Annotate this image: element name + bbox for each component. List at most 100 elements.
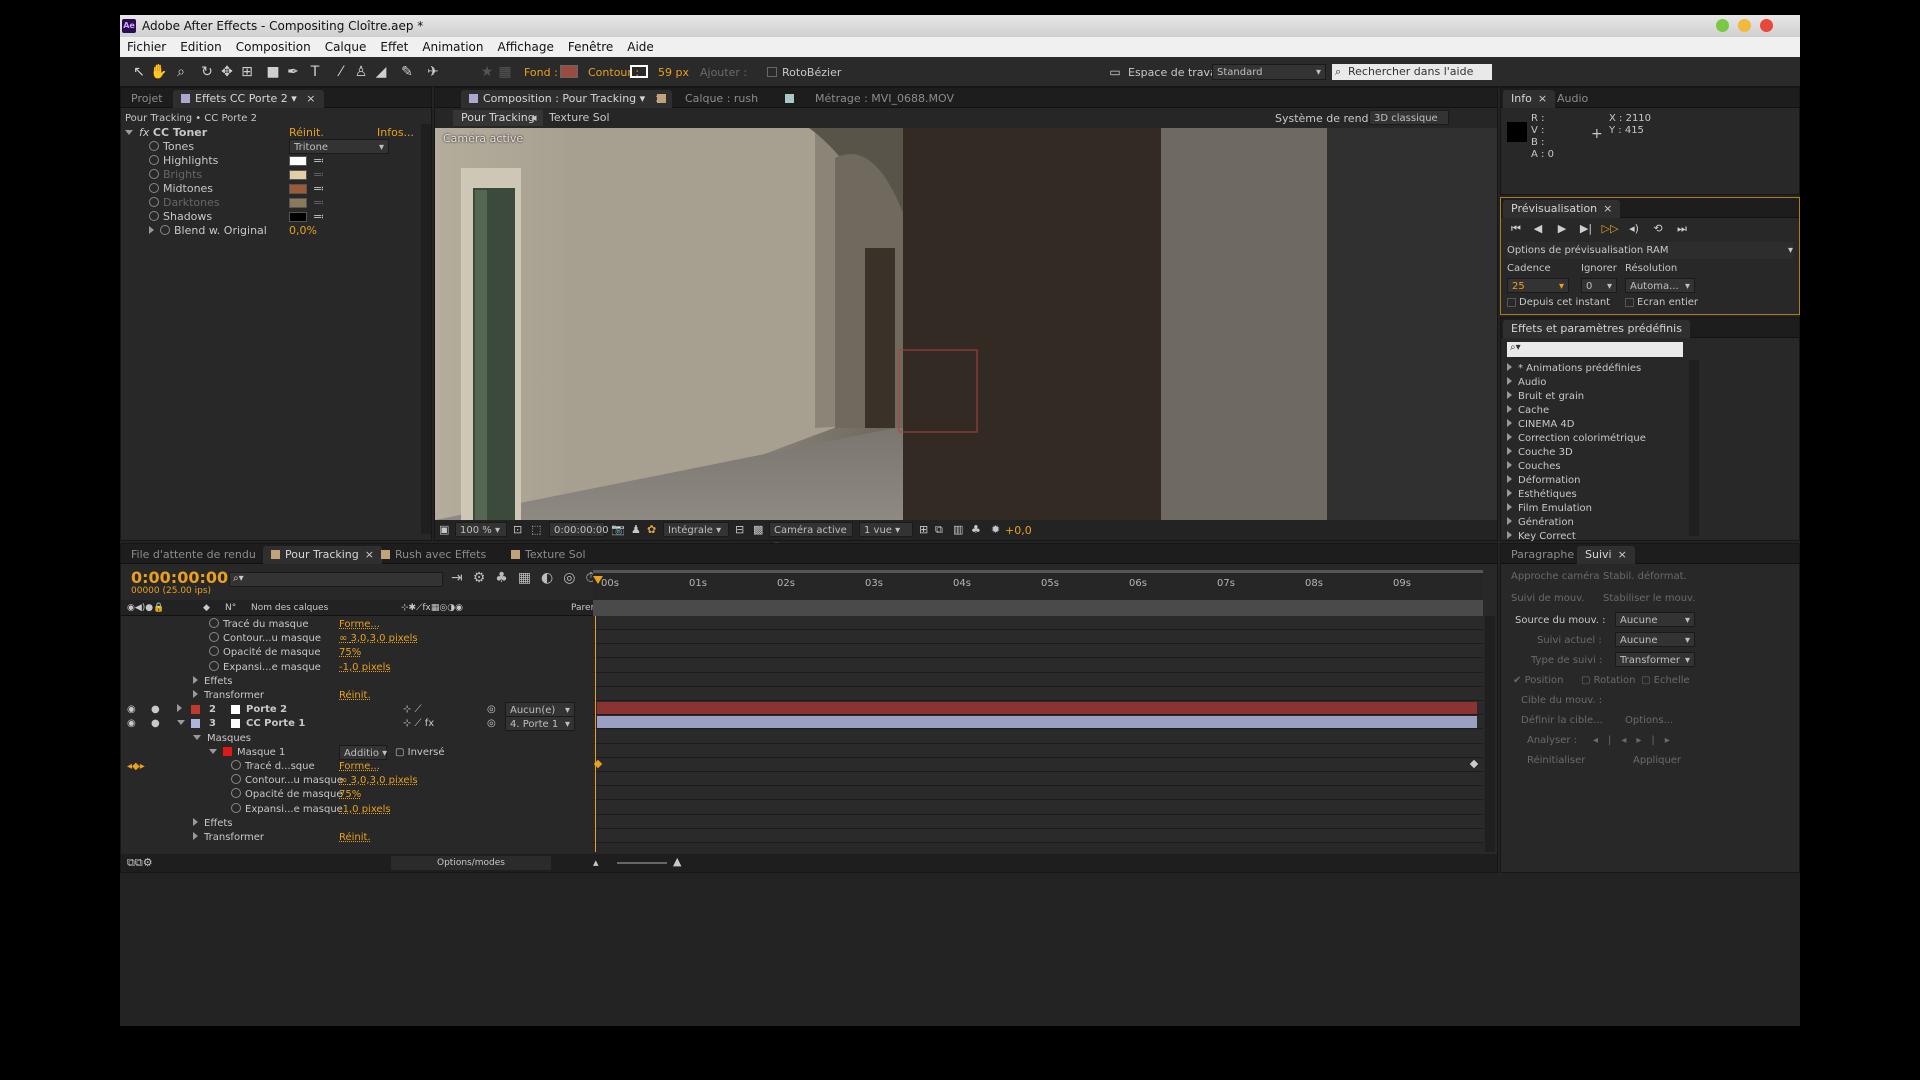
track-type-dropdown[interactable]: Transformer ▾ [1615,652,1695,667]
rectangle-tool-icon[interactable]: ■ [264,63,282,81]
flowchart-icon[interactable]: ♣ [971,523,981,536]
tab-audio[interactable]: Audio [1549,90,1596,108]
transparency-grid-icon[interactable]: ▩ [753,523,763,536]
exposure-icon[interactable]: ✹ [991,523,1000,536]
property-row[interactable]: Transformer Réinit. [121,829,591,846]
selection-tool-icon[interactable]: ↖ [130,63,148,81]
effect-scrollbar[interactable] [421,124,431,534]
track-row[interactable] [593,814,1483,829]
layer-duration-bar[interactable] [597,702,1477,715]
stopwatch-icon[interactable] [149,197,159,207]
property-value[interactable]: Réinit. [339,829,371,846]
track-row[interactable] [593,715,1483,730]
from-current-checkbox[interactable] [1507,298,1516,307]
stopwatch-icon[interactable] [231,760,241,770]
stopwatch-icon[interactable] [231,802,241,813]
menu-item-7[interactable]: Fenêtre [561,37,620,57]
keyframe-icon[interactable] [1469,759,1479,769]
track-row[interactable] [593,616,1483,630]
zoom-dropdown[interactable]: 100 % ▾ [455,522,507,537]
stopwatch-icon[interactable] [209,632,219,643]
hand-tool-icon[interactable]: ✋ [150,63,168,81]
track-row[interactable] [593,786,1483,801]
maximize-button[interactable] [1738,19,1751,32]
menu-item-2[interactable]: Composition [229,37,318,57]
menu-item-1[interactable]: Edition [173,37,229,57]
tab-rush-avec-effets[interactable]: Rush avec Effets [373,546,494,564]
tab-preview[interactable]: Prévisualisation × [1503,200,1621,218]
fast-previews-icon[interactable]: ⧉ [935,523,943,537]
tab-effects[interactable]: Effets CC Porte 2 ▾ × [173,90,324,108]
motion-source-dropdown[interactable]: Aucune ▾ [1615,612,1695,627]
tab-paragraph[interactable]: Paragraphe [1503,546,1582,564]
color-swatch[interactable] [289,170,307,180]
timeline-footer-icons[interactable]: ⧉⧉⚙ [127,856,153,870]
scale-checkbox[interactable]: ▢ Echelle [1641,672,1690,689]
minimize-button[interactable] [1716,19,1729,32]
expand-icon[interactable] [193,690,198,698]
stabilize-motion-button[interactable]: Stabiliser le mouv. [1603,590,1695,607]
track-camera-button[interactable]: Approche caméra [1511,568,1599,585]
color-swatch[interactable] [289,198,307,208]
color-swatch[interactable] [289,212,307,222]
stopwatch-icon[interactable] [149,141,159,151]
edit-target-button[interactable]: Définir la cible... [1521,712,1603,729]
zoom-out-icon[interactable]: ▴ [593,856,599,869]
stopwatch-icon[interactable] [149,211,159,221]
stopwatch-icon[interactable] [160,225,170,235]
stroke-width-value[interactable]: 59 px [658,66,689,79]
fullscreen-checkbox[interactable] [1625,298,1634,307]
track-motion-button[interactable]: Suivi de mouv. [1511,590,1585,607]
mask-visibility-icon[interactable]: ⬚ [531,523,541,536]
time-ruler[interactable]: 00s 01s 02s 03s 04s 05s 06s 07s 08s 09s [593,570,1483,600]
last-frame-icon[interactable]: ⏭ [1673,220,1691,238]
timeline-timecode[interactable]: 0:00:00:00 [131,568,228,587]
menu-item-0[interactable]: Fichier [120,37,173,57]
timeline-icon[interactable]: ▥ [953,523,963,536]
pen-tool-icon[interactable]: ✒ [284,63,302,81]
track-row[interactable] [593,672,1483,687]
subtab-texture-sol[interactable]: Texture Sol [549,110,610,126]
layer-duration-bar[interactable] [597,716,1477,729]
blend-value[interactable]: 0,0% [289,222,317,239]
expand-icon[interactable] [193,817,198,826]
expand-icon[interactable] [177,720,185,726]
safe-zones-icon[interactable]: ⊡ [513,523,522,536]
tab-effects-presets[interactable]: Effets et paramètres prédéfinis [1503,320,1690,338]
collapse-icon[interactable] [125,130,133,135]
stopwatch-icon[interactable] [209,660,219,671]
close-button[interactable] [1760,19,1773,32]
puppet-tool-icon[interactable]: ✈ [424,63,442,81]
track-row[interactable] [593,829,1483,843]
tab-footage[interactable]: Métrage : MVI_0688.MOV [777,90,962,108]
rotobezier-checkbox[interactable] [767,67,777,77]
stopwatch-icon[interactable] [231,788,241,799]
warp-stabilizer-button[interactable]: Stabil. déformat. [1603,568,1687,585]
effects-search-input[interactable]: ⌕▾ [1507,342,1683,357]
reset-tracker-button[interactable]: Réinitialiser [1527,752,1585,769]
channel-icon[interactable]: ✿ [647,523,656,536]
menu-item-6[interactable]: Affichage [491,37,561,57]
apply-tracker-button[interactable]: Appliquer [1633,752,1681,769]
help-search-input[interactable]: ⌕ Rechercher dans l'aide [1332,64,1492,80]
current-time-indicator[interactable] [593,576,603,584]
ram-options-row[interactable]: Options de prévisualisation RAM ▾ [1507,242,1793,259]
track-row[interactable] [593,658,1483,673]
subtab-pour-tracking[interactable]: Pour Tracking [453,110,543,126]
expand-icon[interactable] [149,226,154,234]
expand-icon[interactable] [193,675,198,684]
color-swatch[interactable] [289,184,307,194]
loop-icon[interactable]: ⟲ [1649,220,1667,238]
zoom-tool-icon[interactable]: ⌕ [172,63,190,81]
roto-brush-icon[interactable]: ✎ [398,63,416,81]
region-of-interest-icon[interactable]: ⊟ [735,523,744,536]
stopwatch-icon[interactable] [209,618,219,628]
toggle-pixel-aspect-icon[interactable]: ⊞ [919,523,928,536]
stopwatch-icon[interactable] [149,183,159,193]
tab-projet[interactable]: Projet [123,90,171,108]
rotate-tool-icon[interactable]: ↻ [198,63,216,81]
work-area-bar[interactable] [593,570,1483,573]
menu-item-3[interactable]: Calque [318,37,374,57]
text-tool-icon[interactable]: T [306,63,324,81]
tab-layer[interactable]: Calque : rush [649,90,766,108]
